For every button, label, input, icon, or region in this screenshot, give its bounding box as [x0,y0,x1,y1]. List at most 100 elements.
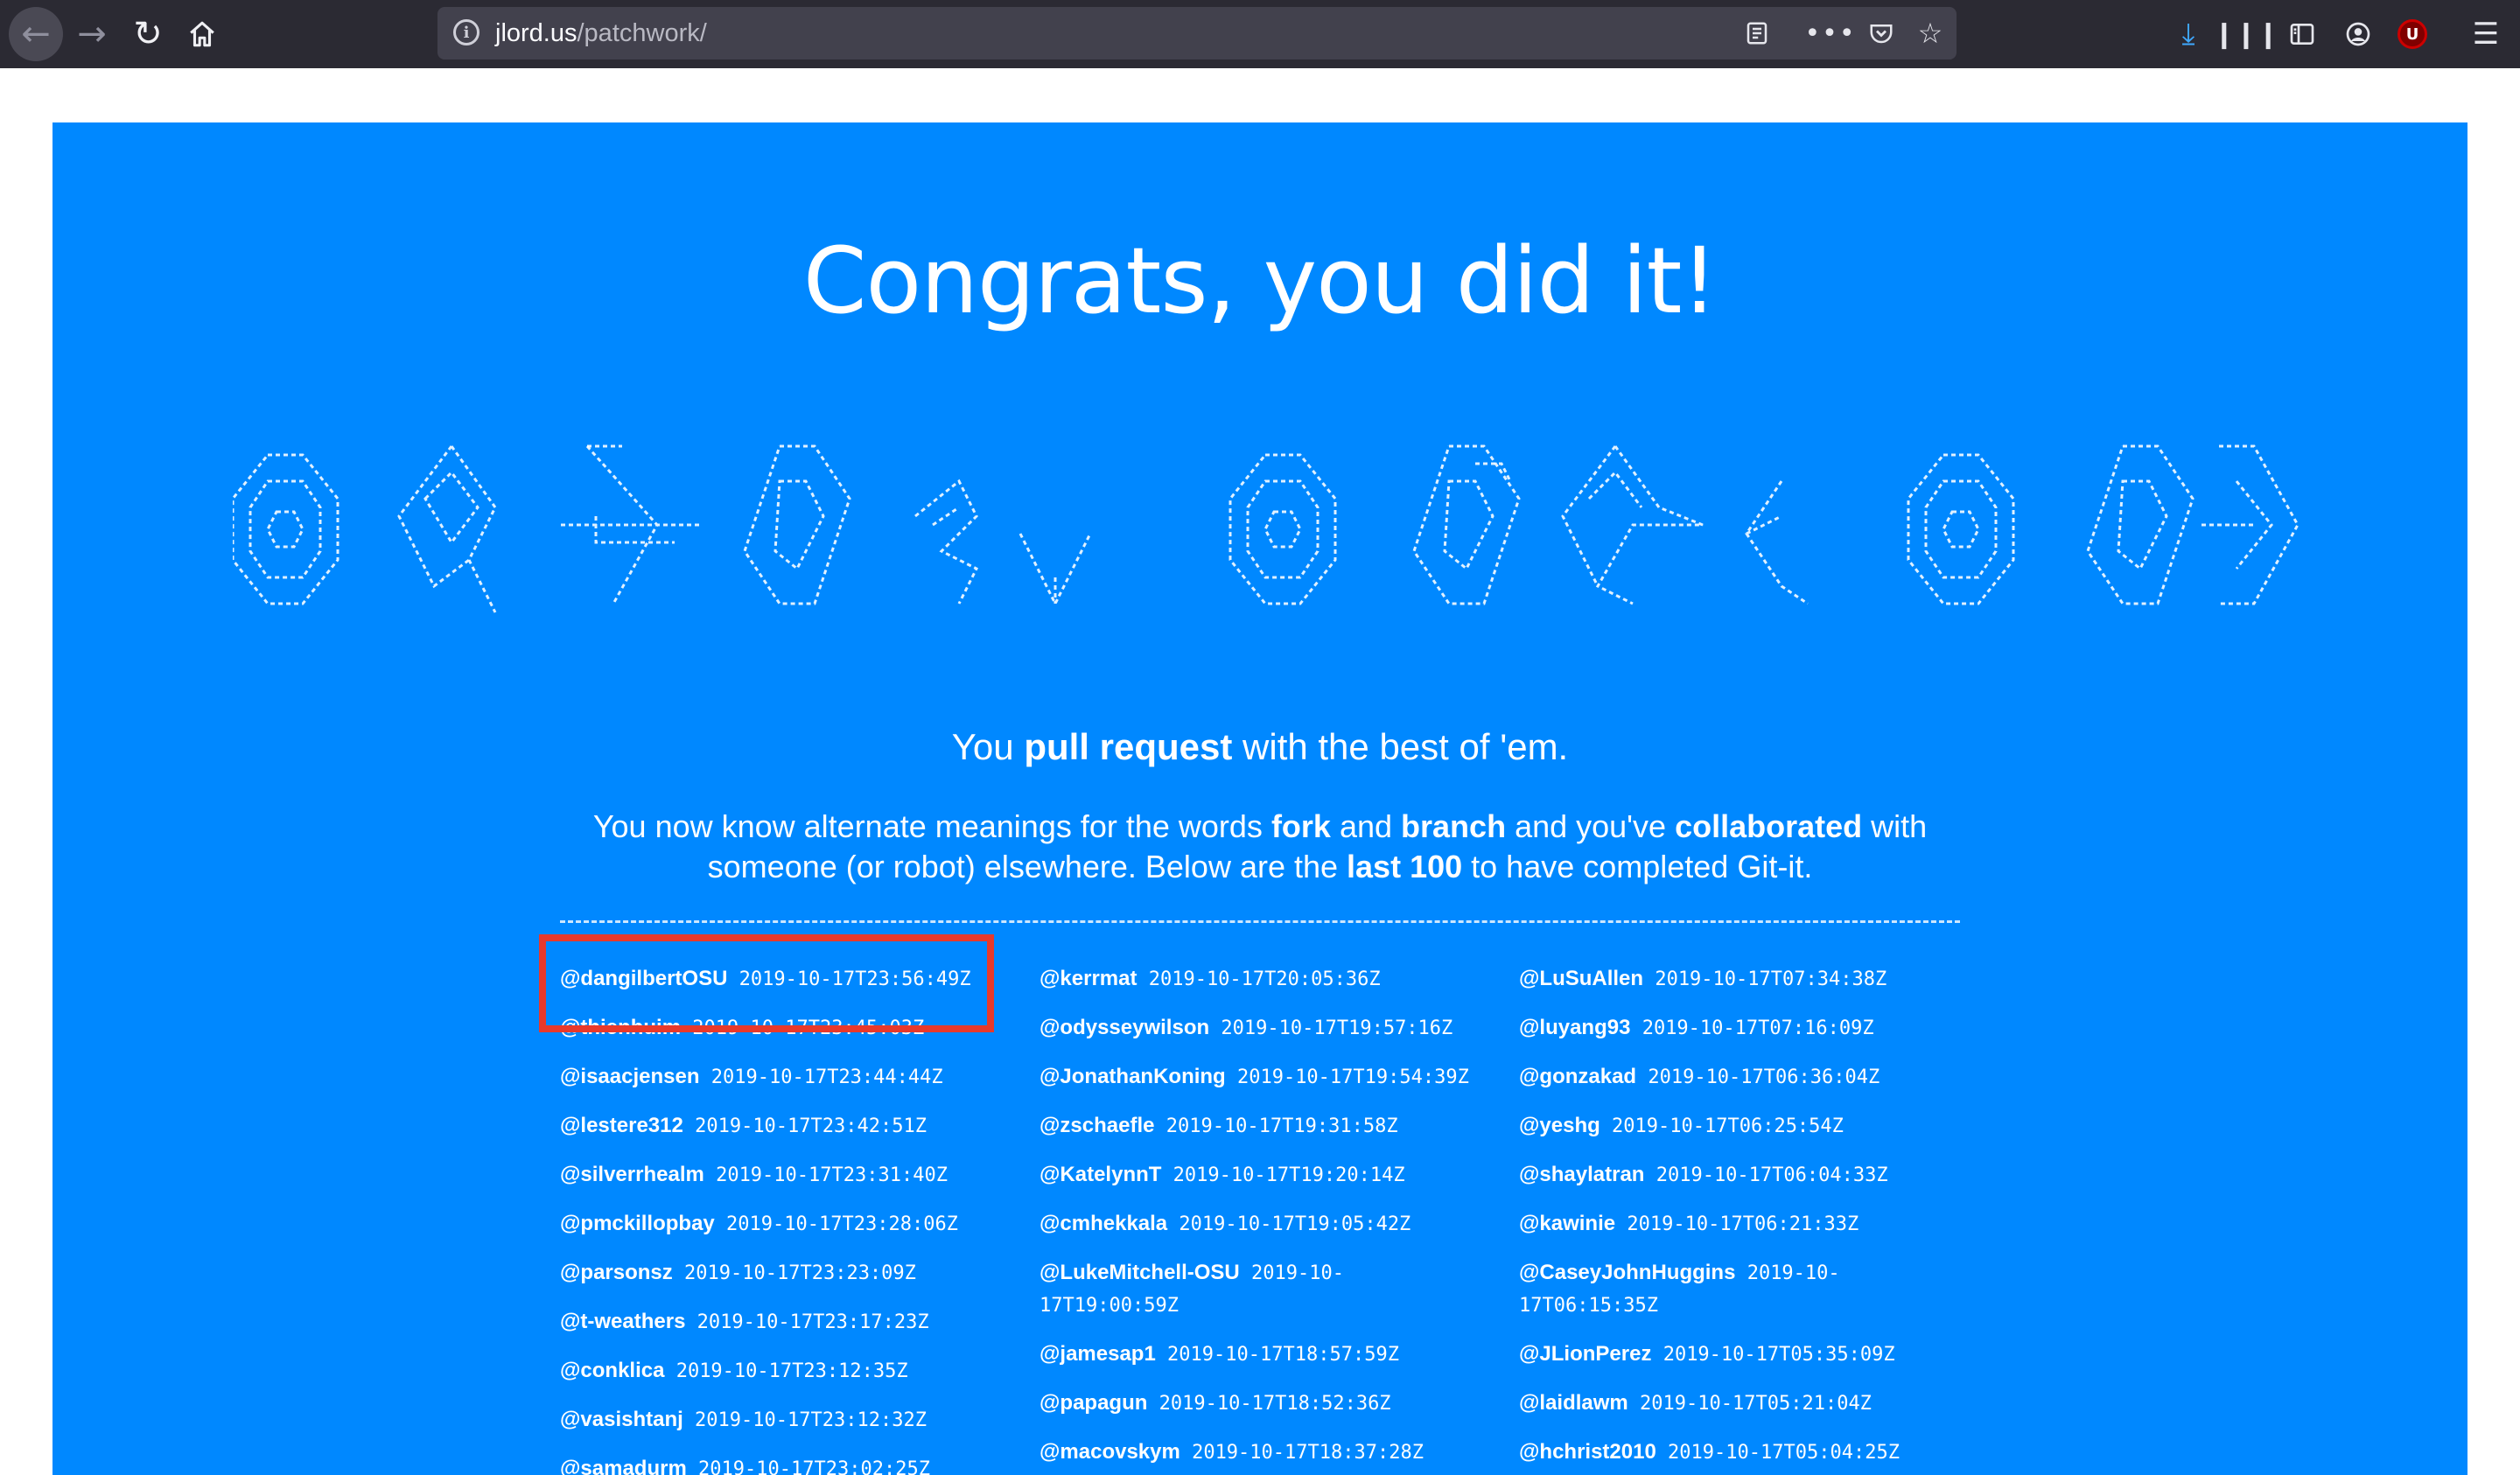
ublock-origin-button[interactable]: U [2390,12,2434,56]
finisher-handle: @samadurm [560,1457,687,1475]
finisher-entry: @lestere312 2019-10-17T23:42:51Z [560,1109,1032,1143]
url-text[interactable]: jlord.us/patchwork/ [495,7,707,59]
highlight-annotation-box [539,934,994,1032]
ascii-glyph-12 [2086,444,2194,605]
url-domain: jlord.us [495,19,578,47]
finisher-entry: @LukeMitchell-OSU 2019-10-17T19:00:59Z [1040,1256,1477,1322]
ascii-glyph-8 [1412,444,1521,605]
finisher-handle: @odysseywilson [1040,1016,1210,1039]
ascii-glyph-9 [1561,445,1704,605]
finishers-column-1: @dangilbertOSU 2019-10-17T23:56:49Z @thie… [560,962,1032,1475]
finisher-timestamp: 2019-10-17T18:37:28Z [1180,1442,1424,1464]
finisher-timestamp: 2019-10-17T07:16:09Z [1630,1017,1874,1039]
finisher-handle: @conklica [560,1359,665,1382]
star-icon: ☆ [1917,17,1943,50]
finisher-timestamp: 2019-10-17T23:02:25Z [686,1458,930,1475]
address-bar[interactable]: i jlord.us/patchwork/ ••• ☆ [438,7,1956,59]
finisher-entry: @conklica 2019-10-17T23:12:35Z [560,1354,1032,1388]
page-actions-button[interactable]: ••• [1804,14,1854,52]
finisher-handle: @kerrmat [1040,967,1138,990]
desc-text-5: to have completed Git-it. [1462,849,1813,884]
ascii-glyph-13 [2202,444,2300,605]
finisher-handle: @CaseyJohnHuggins [1519,1261,1736,1284]
url-path: /patchwork/ [577,19,707,47]
finisher-timestamp: 2019-10-17T05:35:09Z [1651,1344,1895,1366]
desc-branch: branch [1401,808,1507,844]
finisher-entry: @t-weathers 2019-10-17T23:17:23Z [560,1305,1032,1339]
finisher-handle: @jamesap1 [1040,1342,1156,1366]
finisher-handle: @pmckillopbay [560,1212,715,1235]
finisher-timestamp: 2019-10-17T18:52:36Z [1147,1393,1391,1415]
finisher-entry: @JLionPerez 2019-10-17T05:35:09Z [1519,1338,1992,1371]
pocket-icon [1870,24,1893,44]
finisher-entry: @pmckillopbay 2019-10-17T23:28:06Z [560,1207,1032,1241]
finisher-timestamp: 2019-10-17T06:36:04Z [1636,1066,1880,1088]
sidebar-button[interactable] [2280,12,2324,56]
finisher-handle: @JLionPerez [1519,1342,1652,1366]
library-button[interactable]: ❙❙❙ [2213,12,2278,56]
finisher-handle: @KatelynnT [1040,1163,1162,1186]
finisher-entry: @KatelynnT 2019-10-17T19:20:14Z [1040,1158,1512,1192]
finisher-timestamp: 2019-10-17T05:21:04Z [1628,1393,1872,1415]
desc-fork: fork [1270,808,1331,844]
pocket-button[interactable] [1862,14,1900,52]
ascii-glyph-5 [914,479,979,605]
ascii-art-banner [233,444,2300,613]
finisher-entry: @luyang93 2019-10-17T07:16:09Z [1519,1011,1992,1045]
finisher-entry: @parsonsz 2019-10-17T23:23:09Z [560,1256,1032,1290]
reload-icon: ↻ [133,14,163,54]
finisher-handle: @shaylatran [1519,1163,1645,1186]
dashed-divider [560,920,1960,923]
finisher-entry: @kerrmat 2019-10-17T20:05:36Z [1040,962,1512,996]
finisher-handle: @papagun [1040,1391,1148,1415]
desc-last-100: last 100 [1347,849,1463,884]
arrow-right-icon: → [77,14,107,54]
finisher-handle: @silverrhealm [560,1163,704,1186]
tagline-text-2: with the best of 'em. [1232,726,1569,767]
arrow-left-icon: ← [21,14,51,54]
finisher-entry: @kawinie 2019-10-17T06:21:33Z [1519,1207,1992,1241]
finishers-column-2: @kerrmat 2019-10-17T20:05:36Z @odysseywil… [1040,962,1512,1475]
reload-button[interactable]: ↻ [121,7,175,61]
reader-view-button[interactable] [1738,14,1776,52]
finisher-handle: @hchrist2010 [1519,1440,1656,1464]
download-icon: ⤓ [2181,17,2195,52]
reader-view-icon [1746,22,1768,45]
finisher-handle: @JonathanKoning [1040,1065,1226,1088]
finisher-timestamp: 2019-10-17T19:54:39Z [1225,1066,1469,1088]
back-button[interactable]: ← [9,7,63,61]
finisher-handle: @LukeMitchell-OSU [1040,1261,1240,1284]
finisher-timestamp: 2019-10-17T07:34:38Z [1643,968,1887,990]
bookmark-button[interactable]: ☆ [1911,14,1950,52]
finisher-timestamp: 2019-10-17T23:23:09Z [672,1262,916,1284]
finisher-timestamp: 2019-10-17T06:04:33Z [1644,1164,1888,1186]
finisher-entry: @laidlawm 2019-10-17T05:21:04Z [1519,1387,1992,1420]
description: You now know alternate meanings for the … [542,807,1978,887]
account-button[interactable] [2336,12,2380,56]
menu-button[interactable]: ☰ [2464,12,2508,56]
sidebar-icon [2290,24,2314,45]
patchwork-page: Congrats, you did it! You pull request w… [52,122,2468,1475]
desc-text-2: and [1330,808,1402,844]
home-icon [190,21,214,47]
more-dots-icon: ••• [1804,17,1857,49]
hamburger-menu-icon: ☰ [2472,17,2500,52]
finisher-entry: @papagun 2019-10-17T18:52:36Z [1040,1387,1512,1420]
ascii-glyph-2 [397,445,497,613]
finisher-handle: @lestere312 [560,1114,683,1137]
finisher-timestamp: 2019-10-17T23:12:35Z [664,1360,908,1382]
finisher-timestamp: 2019-10-17T18:57:59Z [1155,1344,1399,1366]
finisher-timestamp: 2019-10-17T19:20:14Z [1161,1164,1405,1186]
finisher-entry: @silverrhealm 2019-10-17T23:31:40Z [560,1158,1032,1192]
finisher-handle: @LuSuAllen [1519,967,1644,990]
info-icon[interactable]: i [453,19,480,45]
ascii-glyph-7 [1228,453,1337,605]
forward-button[interactable]: → [65,7,119,61]
finisher-timestamp: 2019-10-17T23:12:32Z [682,1409,927,1431]
finisher-timestamp: 2019-10-17T19:57:16Z [1209,1017,1453,1039]
finisher-handle: @isaacjensen [560,1065,700,1088]
downloads-button[interactable]: ⤓ [2166,12,2210,56]
finisher-entry: @yeshg 2019-10-17T06:25:54Z [1519,1109,1992,1143]
home-button[interactable] [175,7,229,61]
tagline-text-1: You [951,726,1025,767]
